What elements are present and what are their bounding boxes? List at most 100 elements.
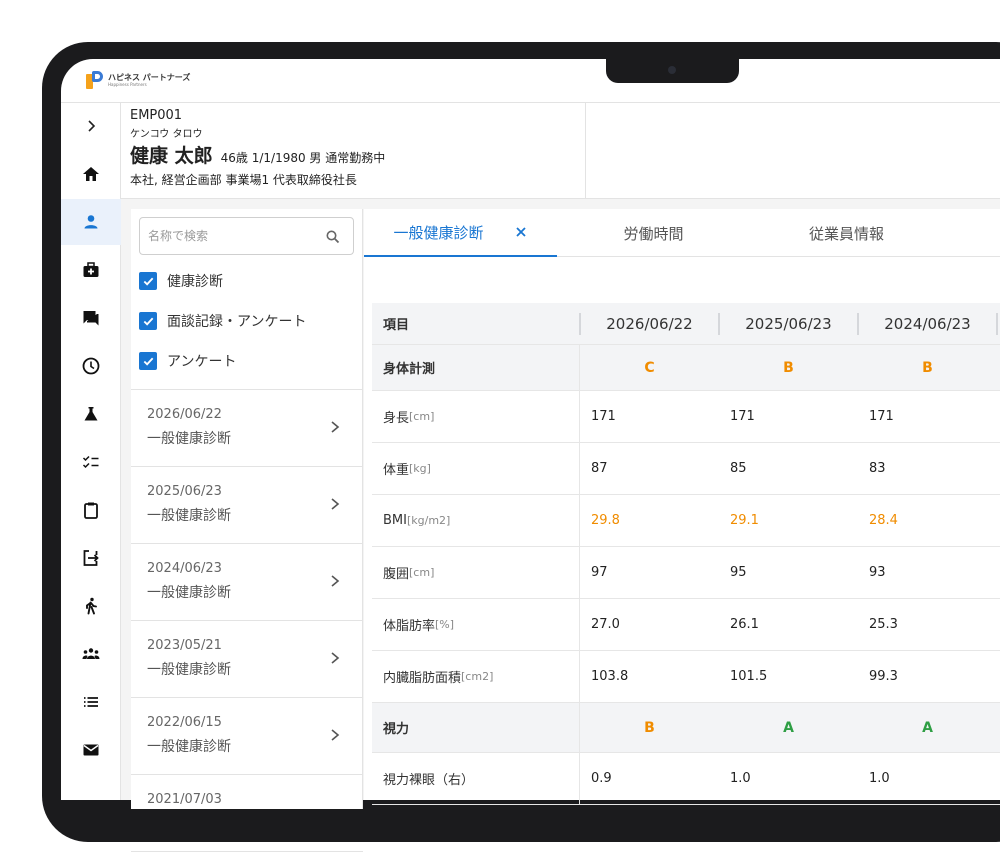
table-cell-warning: 28.4 (869, 513, 898, 528)
tab-working-hours[interactable]: 労働時間 (557, 209, 750, 257)
list-icon (84, 697, 98, 707)
nav-list[interactable] (61, 679, 121, 725)
nav-clipboard[interactable] (61, 487, 121, 533)
nav-walking[interactable] (61, 583, 121, 629)
nav-history[interactable] (61, 343, 121, 389)
table-cell: 0.9 (591, 771, 612, 786)
list-item[interactable]: 2026/06/22 一般健康診断 (131, 390, 363, 467)
table-cell: 99.3 (869, 669, 898, 684)
table-row: 体脂肪率 [%] 27.0 26.1 25.3 (372, 599, 1000, 651)
nav-export[interactable] (61, 535, 121, 581)
table-cell: 27.0 (591, 617, 620, 632)
table-cell: 101.5 (730, 669, 768, 684)
table-cell: 97 (591, 565, 608, 580)
nav-group[interactable] (61, 631, 121, 677)
checkbox-checked-icon[interactable] (139, 312, 157, 330)
close-icon[interactable] (514, 225, 528, 239)
table-section-row: 視力 B A A (372, 703, 1000, 753)
table-cell: 171 (730, 409, 755, 424)
employee-header: EMP001 ケンコウ タロウ 健康 太郎 46歳 1/1/1980 男 通常勤… (121, 103, 586, 199)
row-label: 体脂肪率 (383, 619, 436, 634)
search-icon[interactable] (325, 229, 341, 245)
checkbox-checked-icon[interactable] (139, 272, 157, 290)
record-list: 2026/06/22 一般健康診断 2025/06/23 一般健康診断 2024… (131, 389, 363, 852)
list-item[interactable]: 2025/06/23 一般健康診断 (131, 467, 363, 544)
nav-chat[interactable] (61, 295, 121, 341)
employee-kana: ケンコウ タロウ (130, 129, 203, 140)
table-cell: 1.0 (869, 771, 890, 786)
filter-checkup[interactable]: 健康診断 (139, 271, 223, 291)
table-row: BMI [kg/m2] 29.8 29.1 28.4 (372, 495, 1000, 547)
table-cell: 171 (869, 409, 894, 424)
chevron-right-icon (331, 729, 340, 741)
tab-general-checkup[interactable]: 一般健康診断 (364, 209, 557, 257)
table-row: 視力裸眼（右） 0.9 1.0 1.0 (372, 753, 1000, 805)
chat-icon (83, 311, 99, 326)
employee-name: 健康 太郎 (130, 145, 213, 167)
filter-survey[interactable]: アンケート (139, 351, 236, 371)
nav-lab[interactable] (61, 391, 121, 437)
list-item[interactable]: 2023/05/21 一般健康診断 (131, 621, 363, 698)
table-cell: 93 (869, 565, 886, 580)
table-row: 腹囲 [cm] 97 95 93 (372, 547, 1000, 599)
search-box (139, 217, 354, 255)
section-label: 視力 (372, 703, 580, 752)
row-unit: [kg] (409, 462, 431, 475)
tab-label: 労働時間 (623, 224, 684, 243)
employee-id: EMP001 (130, 108, 183, 123)
table-cell-warning: 29.1 (730, 513, 759, 528)
flask-icon (84, 407, 98, 421)
camera-notch (606, 59, 739, 83)
chevron-right-icon (331, 575, 340, 587)
table-row: 体重 [kg] 87 85 83 (372, 443, 1000, 495)
tab-label: 従業員情報 (808, 224, 884, 243)
chevron-right-icon (331, 421, 340, 433)
table-cell: 83 (869, 461, 886, 476)
column-header-date[interactable]: 2025/06/23 (719, 303, 858, 344)
row-unit: [cm] (409, 410, 435, 423)
table-cell: 171 (591, 409, 616, 424)
grade-badge: C (644, 359, 655, 376)
table-cell: 26.1 (730, 617, 759, 632)
filter-interview[interactable]: 面談記録・アンケート (139, 311, 306, 331)
export-icon (83, 550, 99, 566)
tab-label: 一般健康診断 (393, 223, 484, 242)
logo-subtitle: Happiness Partners (108, 81, 147, 87)
row-unit: [kg/m2] (406, 514, 451, 527)
nav-mail[interactable] (61, 727, 121, 773)
home-icon (83, 167, 99, 181)
tab-employee-info[interactable]: 従業員情報 (750, 209, 943, 257)
filter-label: アンケート (167, 354, 237, 370)
employee-header-extra (586, 103, 1000, 199)
table-cell: 25.3 (869, 617, 898, 632)
expand-nav-button[interactable] (61, 103, 121, 149)
clipboard-icon (84, 502, 98, 519)
nav-person[interactable] (61, 199, 121, 245)
employee-meta: 46歳 1/1/1980 男 通常勤務中 (220, 151, 386, 165)
row-unit: [%] (435, 618, 455, 631)
section-label: 身体計測 (372, 345, 580, 390)
row-label: BMI (383, 513, 407, 528)
column-header-date[interactable]: 2026/06/22 (580, 303, 719, 344)
search-input[interactable] (140, 218, 310, 254)
column-header-item: 項目 (383, 318, 410, 333)
table-row: 身長 [cm] 171 171 171 (372, 391, 1000, 443)
list-item[interactable]: 2024/06/23 一般健康診断 (131, 544, 363, 621)
chevron-right-icon (88, 120, 96, 132)
nav-home[interactable] (61, 151, 121, 197)
checkup-detail-card: 一般健康診断 労働時間 従業員情報 項目 2026/06/22 2025/06/… (364, 209, 1000, 805)
list-item[interactable]: 2021/07/03 (131, 775, 363, 852)
list-item[interactable]: 2022/06/15 一般健康診断 (131, 698, 363, 775)
column-header-date[interactable]: 2024/06/23 (858, 303, 997, 344)
nav-medical[interactable] (61, 247, 121, 293)
table-cell-warning: 29.8 (591, 513, 620, 528)
checklist-icon (82, 455, 99, 469)
checkbox-checked-icon[interactable] (139, 352, 157, 370)
app-logo[interactable]: ハピネス パートナーズ Happiness Partners (86, 71, 190, 89)
nav-checklist[interactable] (61, 439, 121, 485)
table-cell: 95 (730, 565, 747, 580)
employee-org: 本社, 経営企画部 事業場1 代表取締役社長 (130, 173, 357, 187)
chevron-right-icon (331, 498, 340, 510)
mail-icon (83, 744, 99, 756)
row-label: 体重 (383, 463, 410, 478)
